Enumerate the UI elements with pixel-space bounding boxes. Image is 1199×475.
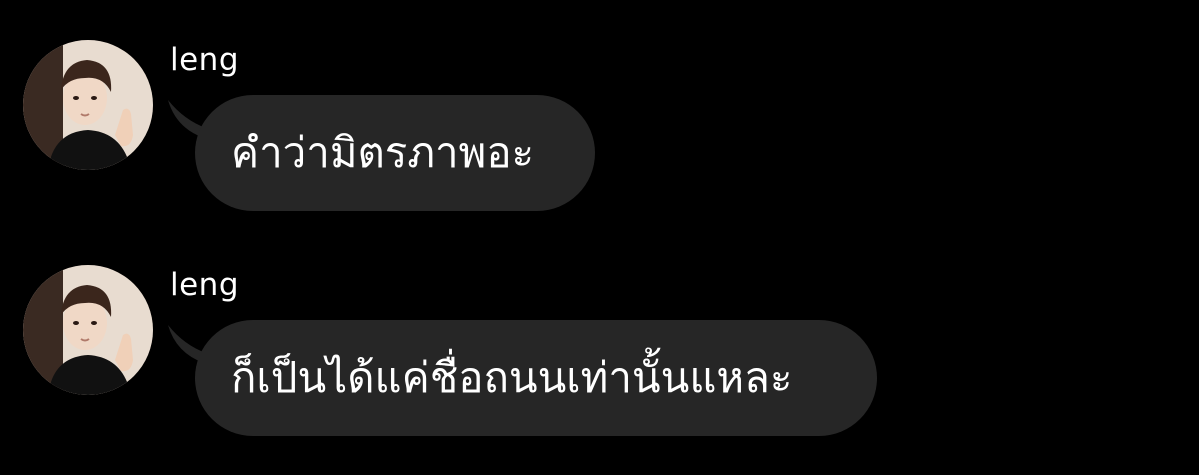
message-text: คำว่ามิตรภาพอะ [231, 128, 535, 177]
message-row: leng คำว่ามิตรภาพอะ [0, 36, 1199, 236]
profile-photo-icon [23, 40, 153, 170]
sender-avatar[interactable] [23, 40, 153, 170]
sender-avatar[interactable] [23, 265, 153, 395]
message-row: leng ก็เป็นได้แค่ชื่อถนนเท่านั้นแหละ [0, 261, 1199, 461]
message-bubble[interactable]: ก็เป็นได้แค่ชื่อถนนเท่านั้นแหละ [195, 320, 877, 436]
sender-name: leng [170, 42, 240, 78]
message-text: ก็เป็นได้แค่ชื่อถนนเท่านั้นแหละ [231, 353, 793, 402]
profile-photo-icon [23, 265, 153, 395]
message-bubble[interactable]: คำว่ามิตรภาพอะ [195, 95, 595, 211]
sender-name: leng [170, 267, 240, 303]
